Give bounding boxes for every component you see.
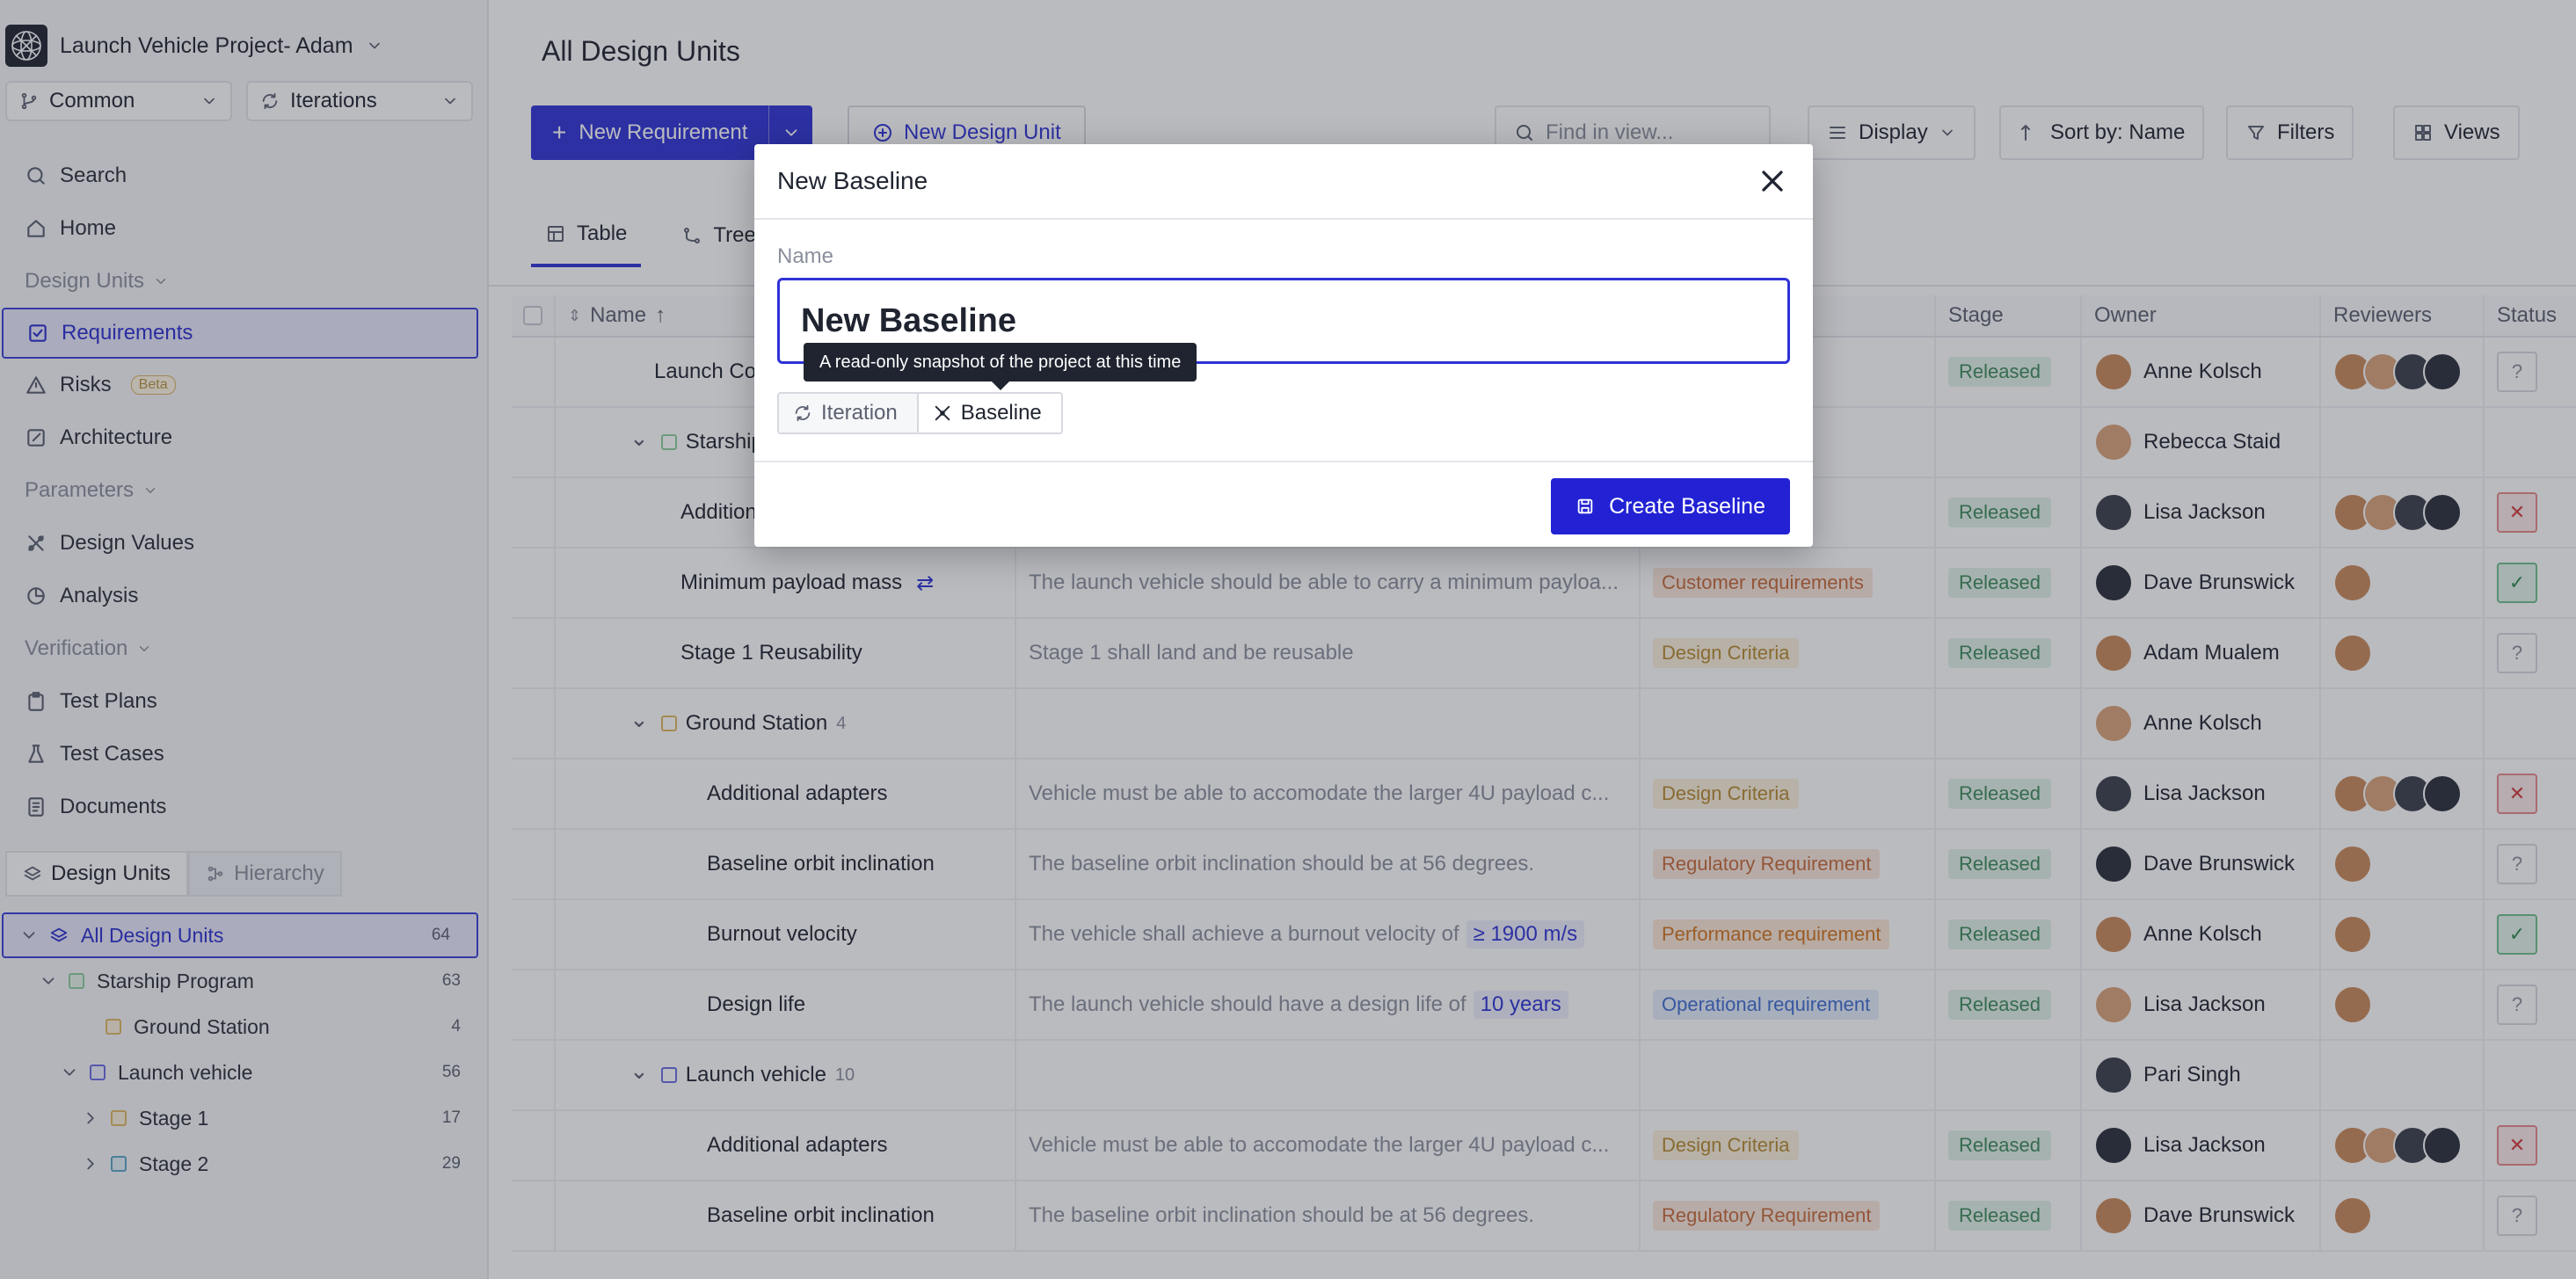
type-segmented-control: Iteration Baseline xyxy=(777,392,1063,434)
segment-iteration-label: Iteration xyxy=(821,401,898,425)
segment-baseline-label: Baseline xyxy=(960,401,1042,425)
dialog-footer: Create Baseline xyxy=(754,461,1813,547)
create-baseline-button[interactable]: Create Baseline xyxy=(1551,478,1790,534)
refresh-icon xyxy=(793,403,812,423)
new-baseline-dialog: New Baseline Name A read-only snapshot o… xyxy=(754,144,1813,547)
segment-iteration[interactable]: Iteration xyxy=(779,394,917,432)
segment-baseline[interactable]: Baseline xyxy=(916,394,1061,432)
close-icon[interactable] xyxy=(1755,164,1790,199)
name-label: Name xyxy=(777,244,834,268)
dialog-title: New Baseline xyxy=(777,167,928,194)
create-baseline-label: Create Baseline xyxy=(1609,493,1765,519)
save-icon xyxy=(1575,497,1595,516)
baseline-icon xyxy=(933,403,952,423)
baseline-tooltip: A read-only snapshot of the project at t… xyxy=(804,343,1197,390)
